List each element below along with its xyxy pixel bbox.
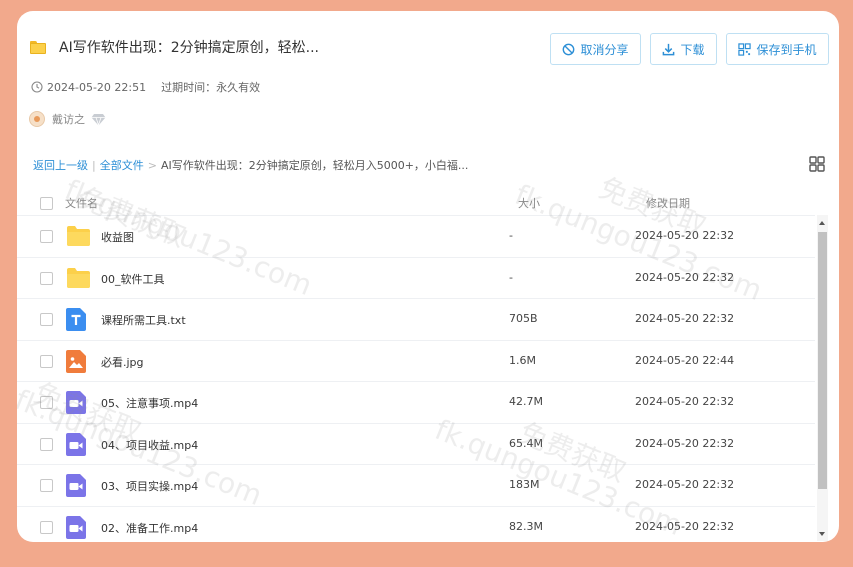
folder-icon [30, 40, 46, 54]
breadcrumb-back-link[interactable]: 返回上一级 [33, 157, 88, 173]
qr-code-icon [738, 42, 752, 56]
table-row[interactable]: 收益图 - 2024-05-20 22:32 [17, 215, 815, 257]
share-meta: 2024-05-20 22:51 过期时间：永久有效 [31, 79, 260, 95]
table-row[interactable]: 00_软件工具 - 2024-05-20 22:32 [17, 256, 815, 299]
row-checkbox[interactable] [40, 396, 53, 409]
table-row[interactable]: 课程所需工具.txt 705B 2024-05-20 22:32 [17, 298, 815, 340]
file-name[interactable]: 03、项目实操.mp4 [101, 478, 198, 494]
save-to-phone-button[interactable]: 保存到手机 [726, 33, 829, 65]
share-created-time: 2024-05-20 22:51 [47, 80, 147, 94]
file-name[interactable]: 收益图 [101, 229, 134, 245]
select-all-checkbox[interactable] [40, 197, 53, 210]
breadcrumb-divider: | [92, 158, 96, 172]
file-modified-date: 2024-05-20 22:32 [635, 270, 735, 284]
file-name[interactable]: 04、项目收益.mp4 [101, 437, 198, 453]
scroll-up-arrow[interactable] [819, 221, 825, 225]
row-checkbox[interactable] [40, 354, 53, 368]
table-row[interactable]: 必看.jpg 1.6M 2024-05-20 22:44 [17, 339, 815, 382]
cancel-share-button[interactable]: 取消分享 [550, 33, 641, 65]
download-icon [663, 43, 675, 55]
table-row[interactable]: 05、注意事项.mp4 42.7M 2024-05-20 22:32 [17, 381, 815, 423]
video-file-icon [66, 391, 86, 417]
file-name[interactable]: 必看.jpg [101, 354, 144, 370]
column-header-modified[interactable]: 修改日期 [646, 195, 690, 211]
file-name[interactable]: 05、注意事项.mp4 [101, 395, 198, 411]
breadcrumb-current: AI写作软件出现：2分钟搞定原创，轻松月入5000+，小白福... [160, 159, 469, 172]
row-checkbox[interactable] [40, 271, 53, 285]
text-file-icon [66, 308, 86, 334]
file-modified-date: 2024-05-20 22:32 [635, 519, 735, 533]
file-modified-date: 2024-05-20 22:44 [635, 353, 735, 367]
breadcrumb-separator: > [147, 158, 157, 172]
file-size: 42.7M [509, 395, 543, 408]
file-size: 82.3M [509, 519, 543, 533]
share-title-row: AI写作软件出现：2分钟搞定原创，轻松... [30, 37, 319, 57]
avatar [29, 111, 45, 127]
breadcrumb-all-files-link[interactable]: 全部文件 [100, 157, 144, 173]
row-checkbox[interactable] [40, 520, 53, 534]
folder-icon [66, 225, 91, 250]
table-row[interactable]: 03、项目实操.mp4 183M 2024-05-20 22:32 [17, 464, 815, 506]
folder-icon [66, 267, 91, 292]
video-file-icon [66, 474, 86, 500]
column-header-size[interactable]: 大小 [518, 195, 540, 211]
clock-icon [31, 81, 43, 93]
file-table-header: 文件名 大小 修改日期 [17, 191, 817, 215]
file-size: 705B [509, 312, 538, 325]
row-checkbox[interactable] [40, 437, 53, 451]
file-size: 65.4M [509, 436, 543, 450]
share-card: AI写作软件出现：2分钟搞定原创，轻松... 取消分享 下载 保存到手机 202… [17, 11, 839, 542]
file-size: - [509, 229, 513, 242]
row-checkbox[interactable] [40, 313, 53, 326]
image-file-icon [66, 349, 86, 376]
grid-view-icon[interactable] [809, 156, 825, 172]
video-file-icon [66, 515, 86, 542]
cancel-icon [563, 43, 575, 55]
file-name[interactable]: 02、准备工作.mp4 [101, 520, 198, 536]
file-modified-date: 2024-05-20 22:32 [635, 478, 735, 491]
share-expire-time: 过期时间：永久有效 [161, 81, 261, 94]
scroll-down-arrow[interactable] [819, 532, 825, 536]
user-name: 戴访之 [52, 113, 85, 126]
table-row[interactable]: 04、项目收益.mp4 65.4M 2024-05-20 22:32 [17, 422, 815, 465]
share-title: AI写作软件出现：2分钟搞定原创，轻松... [59, 40, 319, 56]
video-file-icon [66, 432, 86, 459]
download-label: 下载 [680, 42, 705, 57]
file-modified-date: 2024-05-20 22:32 [635, 229, 735, 242]
file-name[interactable]: 课程所需工具.txt [101, 312, 186, 328]
file-modified-date: 2024-05-20 22:32 [635, 395, 735, 408]
share-user: 戴访之 [29, 111, 106, 127]
table-row[interactable]: 02、准备工作.mp4 82.3M 2024-05-20 22:32 [17, 505, 815, 543]
cancel-share-label: 取消分享 [580, 42, 629, 57]
row-checkbox[interactable] [40, 230, 53, 243]
save-to-phone-label: 保存到手机 [756, 42, 817, 57]
scrollbar[interactable] [817, 215, 828, 541]
file-list: 收益图 - 2024-05-20 22:32 00_软件工具 - 2024-05… [17, 215, 815, 542]
file-size: 183M [509, 478, 540, 491]
file-size: 1.6M [509, 353, 536, 367]
file-size: - [509, 270, 513, 284]
file-modified-date: 2024-05-20 22:32 [635, 312, 735, 325]
download-button[interactable]: 下载 [650, 33, 717, 65]
file-name[interactable]: 00_软件工具 [101, 271, 165, 287]
scroll-thumb[interactable] [818, 232, 827, 489]
file-modified-date: 2024-05-20 22:32 [635, 436, 735, 450]
breadcrumb: 返回上一级 | 全部文件 > AI写作软件出现：2分钟搞定原创，轻松月入5000… [33, 157, 468, 173]
row-checkbox[interactable] [40, 479, 53, 492]
vip-gem-icon [91, 113, 106, 126]
column-header-name[interactable]: 文件名 [65, 195, 98, 211]
